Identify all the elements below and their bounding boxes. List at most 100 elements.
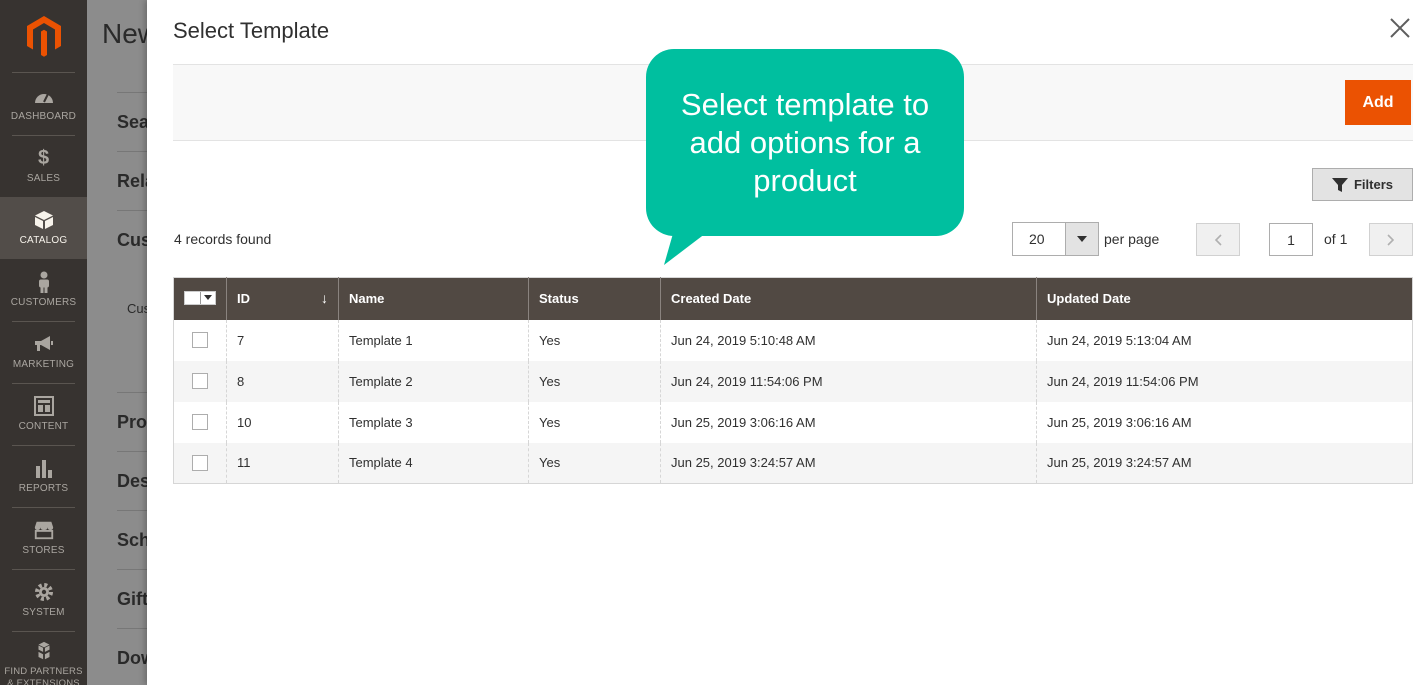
bar-chart-icon	[33, 457, 55, 479]
cell-created: Jun 24, 2019 5:10:48 AM	[660, 319, 1037, 361]
magento-logo-icon	[26, 16, 61, 57]
mass-select-header	[173, 277, 227, 320]
cell-created: Jun 24, 2019 11:54:06 PM	[660, 360, 1037, 402]
nav-label: CUSTOMERS	[10, 297, 77, 308]
nav-item-find-partners[interactable]: FIND PARTNERS & EXTENSIONS	[0, 634, 87, 685]
cell-created: Jun 25, 2019 3:24:57 AM	[660, 442, 1037, 484]
row-checkbox[interactable]	[192, 373, 208, 390]
cell-id: 10	[226, 401, 339, 443]
next-page-button[interactable]	[1369, 223, 1413, 256]
column-header-id[interactable]: ID ↓	[226, 277, 339, 320]
section-divider	[117, 392, 147, 393]
nav-divider	[12, 631, 75, 632]
magento-logo[interactable]	[0, 0, 87, 72]
table-row[interactable]: 8 Template 2 Yes Jun 24, 2019 11:54:06 P…	[173, 360, 1413, 402]
filter-icon	[1331, 177, 1348, 192]
section-heading: Gift	[117, 589, 147, 609]
row-select-cell	[173, 401, 227, 443]
row-checkbox[interactable]	[192, 455, 208, 472]
row-select-cell	[173, 360, 227, 402]
row-select-cell	[173, 442, 227, 484]
nav-item-content[interactable]: CONTENT	[0, 383, 87, 445]
cell-name: Template 1	[338, 319, 529, 361]
column-header-updated-date[interactable]: Updated Date	[1036, 277, 1413, 320]
nav-item-catalog[interactable]: CATALOG	[0, 197, 87, 259]
per-page-value: 20	[1029, 231, 1045, 247]
table-row[interactable]: 10 Template 3 Yes Jun 25, 2019 3:06:16 A…	[173, 401, 1413, 443]
cell-status: Yes	[528, 360, 661, 402]
close-button[interactable]	[1388, 16, 1412, 40]
filters-label: Filters	[1353, 177, 1393, 192]
cell-updated: Jun 25, 2019 3:24:57 AM	[1036, 442, 1413, 484]
row-checkbox[interactable]	[192, 414, 208, 431]
column-label: Updated Date	[1047, 291, 1131, 307]
cell-id: 11	[226, 442, 339, 484]
section-heading: Sch	[117, 530, 147, 550]
cell-name: Template 2	[338, 360, 529, 402]
cell-id: 8	[226, 360, 339, 402]
gear-icon	[33, 581, 55, 603]
prev-page-button[interactable]	[1196, 223, 1240, 256]
cell-id: 7	[226, 319, 339, 361]
section-divider	[117, 151, 147, 152]
per-page-toggle[interactable]	[1065, 223, 1098, 255]
cell-updated: Jun 24, 2019 11:54:06 PM	[1036, 360, 1413, 402]
column-header-created-date[interactable]: Created Date	[660, 277, 1037, 320]
cell-name: Template 3	[338, 401, 529, 443]
section-heading: Sea	[117, 112, 147, 132]
table-row[interactable]: 11 Template 4 Yes Jun 25, 2019 3:24:57 A…	[173, 442, 1413, 484]
chevron-down-icon	[204, 295, 212, 301]
nav-label: CONTENT	[18, 421, 69, 432]
nav-item-reports[interactable]: REPORTS	[0, 445, 87, 507]
dimmed-page: New Sea Rela Cus Cus Pro Des Sch Gift Do…	[87, 0, 147, 685]
dollar-icon: $	[37, 147, 50, 169]
column-header-status[interactable]: Status	[528, 277, 661, 320]
nav-label: SYSTEM	[22, 607, 65, 618]
cell-status: Yes	[528, 319, 661, 361]
cubes-icon	[33, 640, 55, 662]
chevron-left-icon	[1214, 233, 1222, 246]
column-label: Created Date	[671, 291, 752, 307]
section-divider	[117, 569, 147, 570]
add-button[interactable]: Add	[1345, 80, 1411, 125]
row-checkbox[interactable]	[192, 332, 208, 349]
section-heading: Rela	[117, 171, 147, 191]
column-label: Name	[349, 291, 385, 307]
tooltip-callout: Select template to add options for a pro…	[646, 49, 964, 236]
modal-title: Select Template	[173, 18, 330, 43]
section-divider	[117, 210, 147, 211]
nav-label: MARKETING	[12, 359, 75, 370]
megaphone-icon	[33, 333, 55, 355]
page-total: of 1	[1324, 231, 1348, 247]
section-subitem: Cus	[127, 301, 147, 316]
mass-select-toggle[interactable]	[184, 290, 216, 305]
cell-status: Yes	[528, 442, 661, 484]
store-icon	[33, 519, 55, 541]
nav-item-customers[interactable]: CUSTOMERS	[0, 259, 87, 321]
filters-button[interactable]: Filters	[1312, 168, 1413, 201]
per-page-label: per page	[1104, 231, 1160, 247]
section-heading: Cus	[117, 230, 147, 250]
section-heading: Pro	[117, 412, 147, 432]
nav-item-stores[interactable]: STORES	[0, 507, 87, 569]
per-page-select[interactable]: 20	[1012, 222, 1099, 256]
nav-label: FIND PARTNERS & EXTENSIONS	[4, 666, 83, 685]
page-number-input[interactable]: 1	[1269, 223, 1313, 256]
layout-icon	[33, 395, 55, 417]
section-divider	[117, 92, 147, 93]
section-divider	[117, 628, 147, 629]
nav-item-sales[interactable]: $ SALES	[0, 135, 87, 197]
box-icon	[33, 209, 55, 231]
section-heading: Dow	[117, 648, 147, 668]
row-select-cell	[173, 319, 227, 361]
table-row[interactable]: 7 Template 1 Yes Jun 24, 2019 5:10:48 AM…	[173, 319, 1413, 361]
column-header-name[interactable]: Name	[338, 277, 529, 320]
templates-grid: ID ↓ Name Status Created Date Updated Da…	[173, 277, 1413, 484]
nav-item-marketing[interactable]: MARKETING	[0, 321, 87, 383]
nav-label: CATALOG	[19, 235, 68, 246]
nav-item-system[interactable]: SYSTEM	[0, 569, 87, 631]
section-divider	[117, 451, 147, 452]
tooltip-tail	[664, 230, 710, 265]
nav-item-dashboard[interactable]: DASHBOARD	[0, 73, 87, 135]
chevron-right-icon	[1387, 233, 1395, 246]
